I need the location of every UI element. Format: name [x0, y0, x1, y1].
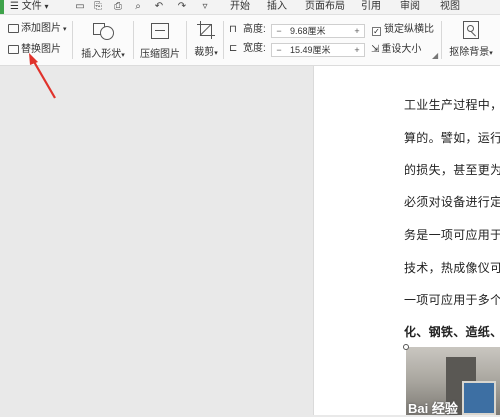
annotation-arrow: [29, 53, 56, 99]
